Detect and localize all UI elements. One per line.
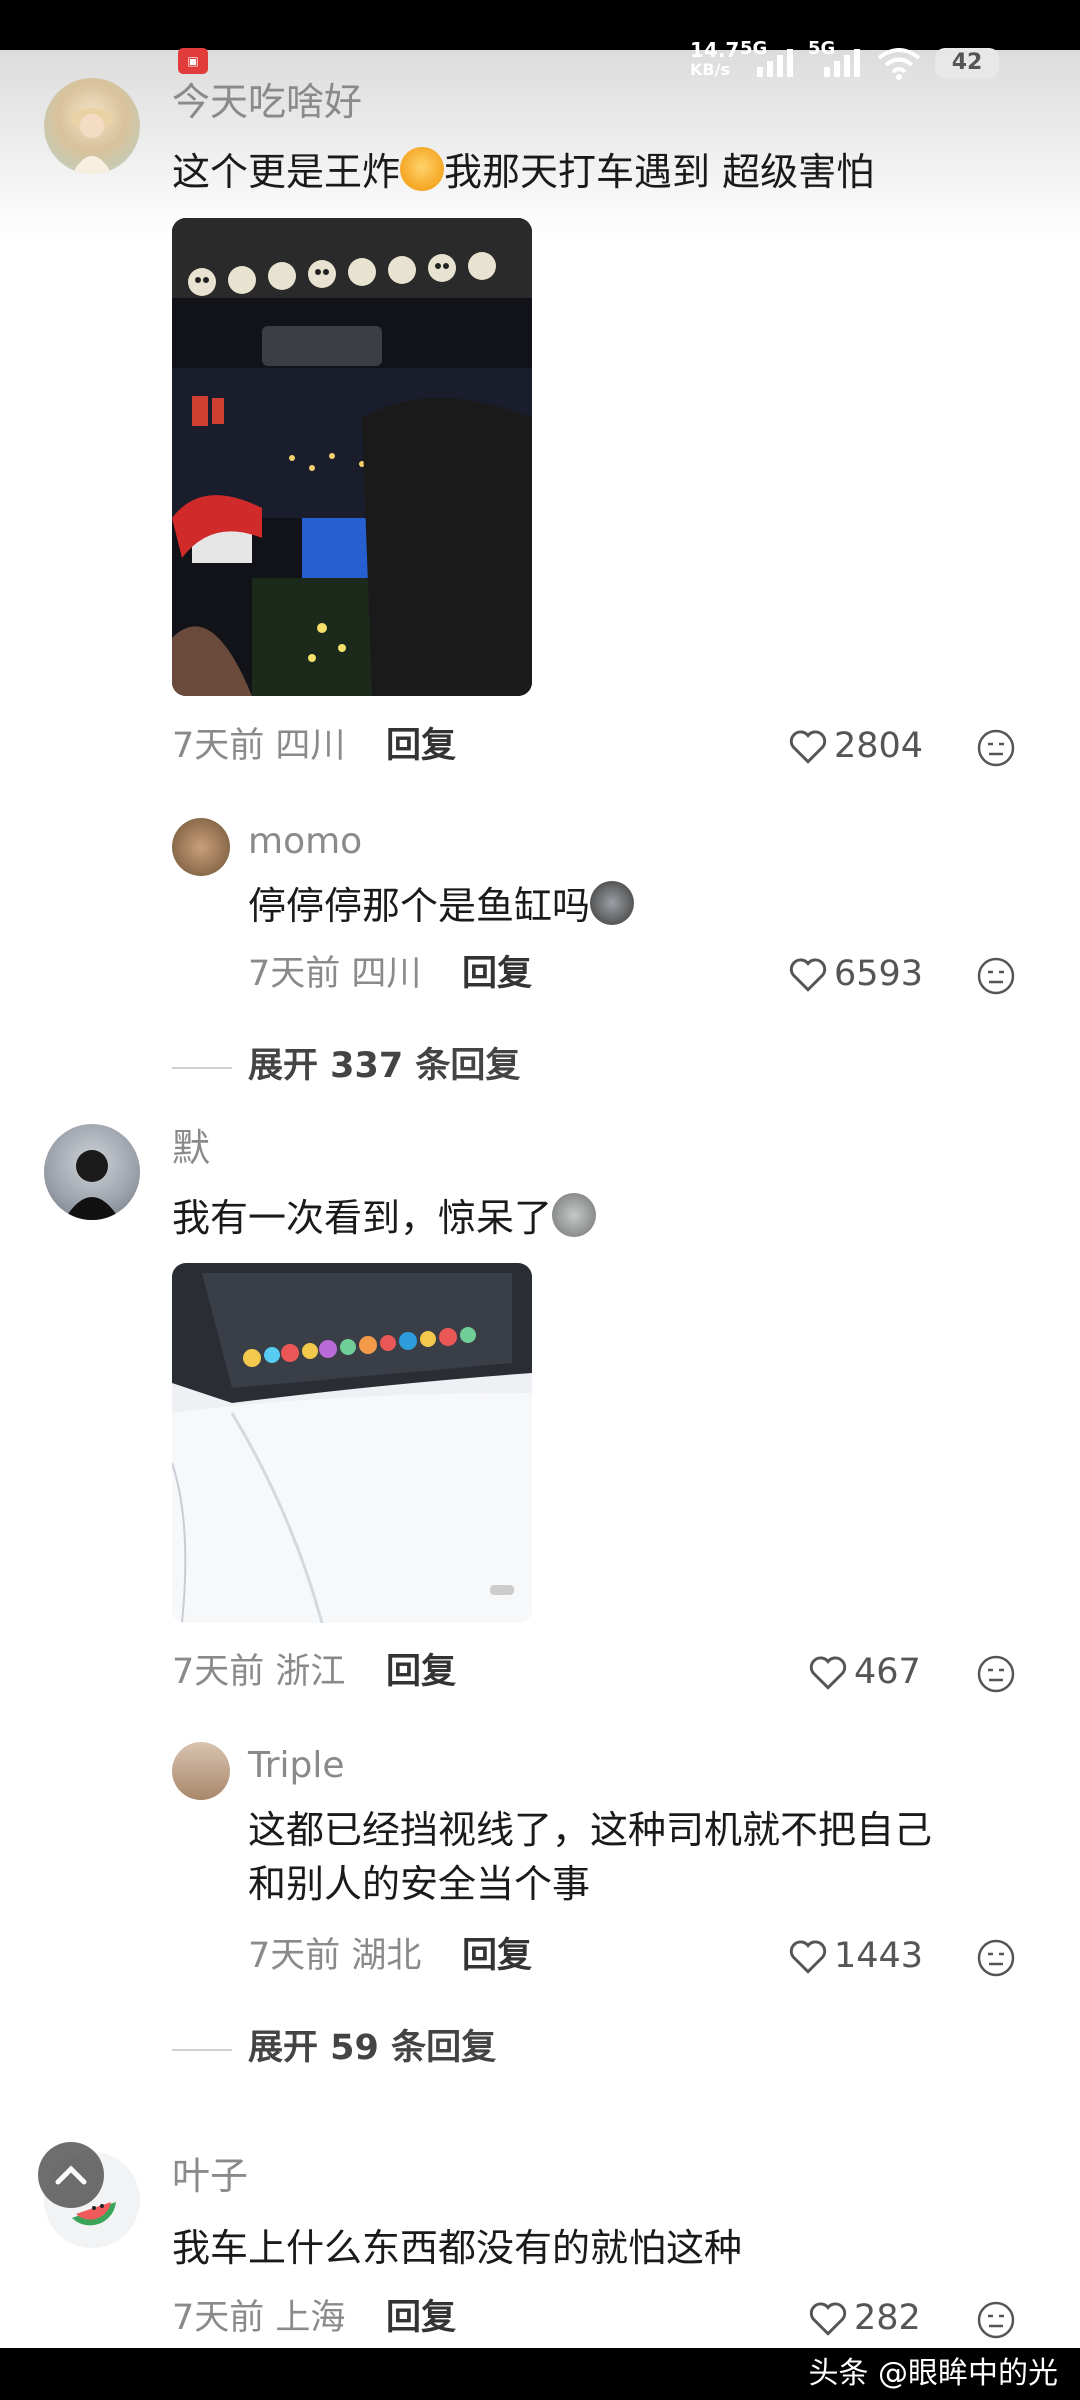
comment-text: 我车上什么东西都没有的就怕这种 (172, 2226, 743, 2270)
signal-icon-2 (824, 49, 860, 77)
reply-location: 湖北 (351, 1936, 422, 1976)
status-bar (0, 0, 1080, 50)
shocked-emoji-icon (552, 1193, 597, 1237)
scroll-to-top-button[interactable] (38, 2142, 104, 2208)
reply-text-line2: 和别人的安全当个事 (248, 1862, 591, 1906)
cat-emoji-icon (590, 881, 635, 925)
comment-text: 这个更是王炸 我那天打车遇到 超级害怕 (172, 146, 874, 198)
comment-location: 上海 (275, 2298, 346, 2338)
comment-time: 7天前 (172, 1652, 265, 1692)
reply-button[interactable]: 回复 (462, 952, 532, 996)
wifi-icon (877, 48, 921, 80)
reply-time: 7天前 (248, 954, 341, 994)
expand-replies-button[interactable]: 展开 337 条回复 (248, 1044, 520, 1088)
comment-text-part: 我有一次看到，惊呆了 (172, 1196, 553, 1240)
dislike-face-icon[interactable] (976, 1654, 1016, 1694)
signal-icon (757, 49, 793, 77)
comment-meta: 7天前 上海 (172, 2296, 345, 2340)
comment-photo-car-interior[interactable] (172, 218, 532, 696)
expand-divider (172, 1067, 232, 1069)
heart-icon (789, 958, 827, 992)
dislike-face-icon[interactable] (976, 728, 1016, 768)
expand-divider (172, 2049, 232, 2051)
dislike-face-icon[interactable] (976, 2300, 1016, 2340)
comment-text: 我有一次看到，惊呆了 (172, 1192, 597, 1244)
comment-text-part: 这个更是王炸 (172, 150, 401, 194)
reply-text-part: 停停停那个是鱼缸吗 (248, 884, 591, 928)
like-count: 282 (854, 2298, 921, 2338)
comment-username[interactable]: 叶子 (172, 2154, 248, 2198)
avatar[interactable] (172, 1742, 230, 1800)
reply-button[interactable]: 回复 (386, 2296, 456, 2340)
reply-button[interactable]: 回复 (462, 1934, 532, 1978)
chevron-up-icon (55, 2165, 87, 2185)
car-interior-image (172, 218, 532, 696)
comment-photo-car-dashboard[interactable] (172, 1263, 532, 1623)
reply-username[interactable]: Triple (248, 1744, 345, 1788)
like-button[interactable]: 282 (808, 2296, 921, 2340)
app-notification-icon: ▣ (178, 48, 208, 74)
like-count: 6593 (834, 954, 924, 994)
network-speed: 14.7 (690, 38, 740, 62)
like-count: 467 (854, 1652, 921, 1692)
dislike-face-icon[interactable] (976, 1938, 1016, 1978)
reply-meta: 7天前 四川 (248, 952, 421, 996)
avatar[interactable] (172, 818, 230, 876)
reply-location: 四川 (351, 954, 422, 994)
comment-location: 浙江 (275, 1652, 346, 1692)
crying-emoji-icon (400, 147, 445, 191)
like-button[interactable]: 2804 (788, 724, 923, 768)
avatar[interactable] (44, 78, 140, 174)
like-button[interactable]: 1443 (788, 1934, 923, 1978)
network-speed-unit: KB/s (690, 60, 730, 79)
like-count: 2804 (834, 726, 924, 766)
avatar-figure-icon (64, 1150, 120, 1220)
reply-text-line1: 这都已经挡视线了，这种司机就不把自己 (248, 1808, 933, 1852)
like-count: 1443 (834, 1936, 924, 1976)
reply-meta: 7天前 湖北 (248, 1934, 421, 1978)
reply-username[interactable]: momo (248, 820, 362, 864)
like-button[interactable]: 467 (808, 1650, 921, 1694)
comment-meta: 7天前 浙江 (172, 1650, 345, 1694)
dislike-face-icon[interactable] (976, 956, 1016, 996)
comment-time: 7天前 (172, 2298, 265, 2338)
comment-username[interactable]: 今天吃啥好 (172, 80, 362, 124)
car-dashboard-image (172, 1263, 532, 1623)
battery-indicator: 42 (935, 48, 999, 78)
reply-time: 7天前 (248, 1936, 341, 1976)
reply-text: 停停停那个是鱼缸吗 (248, 880, 635, 932)
comment-username[interactable]: 默 (172, 1126, 210, 1170)
like-button[interactable]: 6593 (788, 952, 923, 996)
comment-meta: 7天前 四川 (172, 724, 345, 768)
heart-icon (789, 730, 827, 764)
expand-replies-button[interactable]: 展开 59 条回复 (248, 2026, 496, 2070)
heart-icon (809, 1656, 847, 1690)
comment-location: 四川 (275, 726, 346, 766)
heart-icon (809, 2302, 847, 2336)
comment-text-part: 我那天打车遇到 超级害怕 (444, 150, 875, 194)
reply-button[interactable]: 回复 (386, 1650, 456, 1694)
comment-time: 7天前 (172, 726, 265, 766)
avatar-figure-icon (70, 108, 114, 174)
watermark: 头条 @眼眸中的光 (808, 2356, 1058, 2391)
reply-button[interactable]: 回复 (386, 724, 456, 768)
avatar[interactable] (44, 1124, 140, 1220)
heart-icon (789, 1940, 827, 1974)
